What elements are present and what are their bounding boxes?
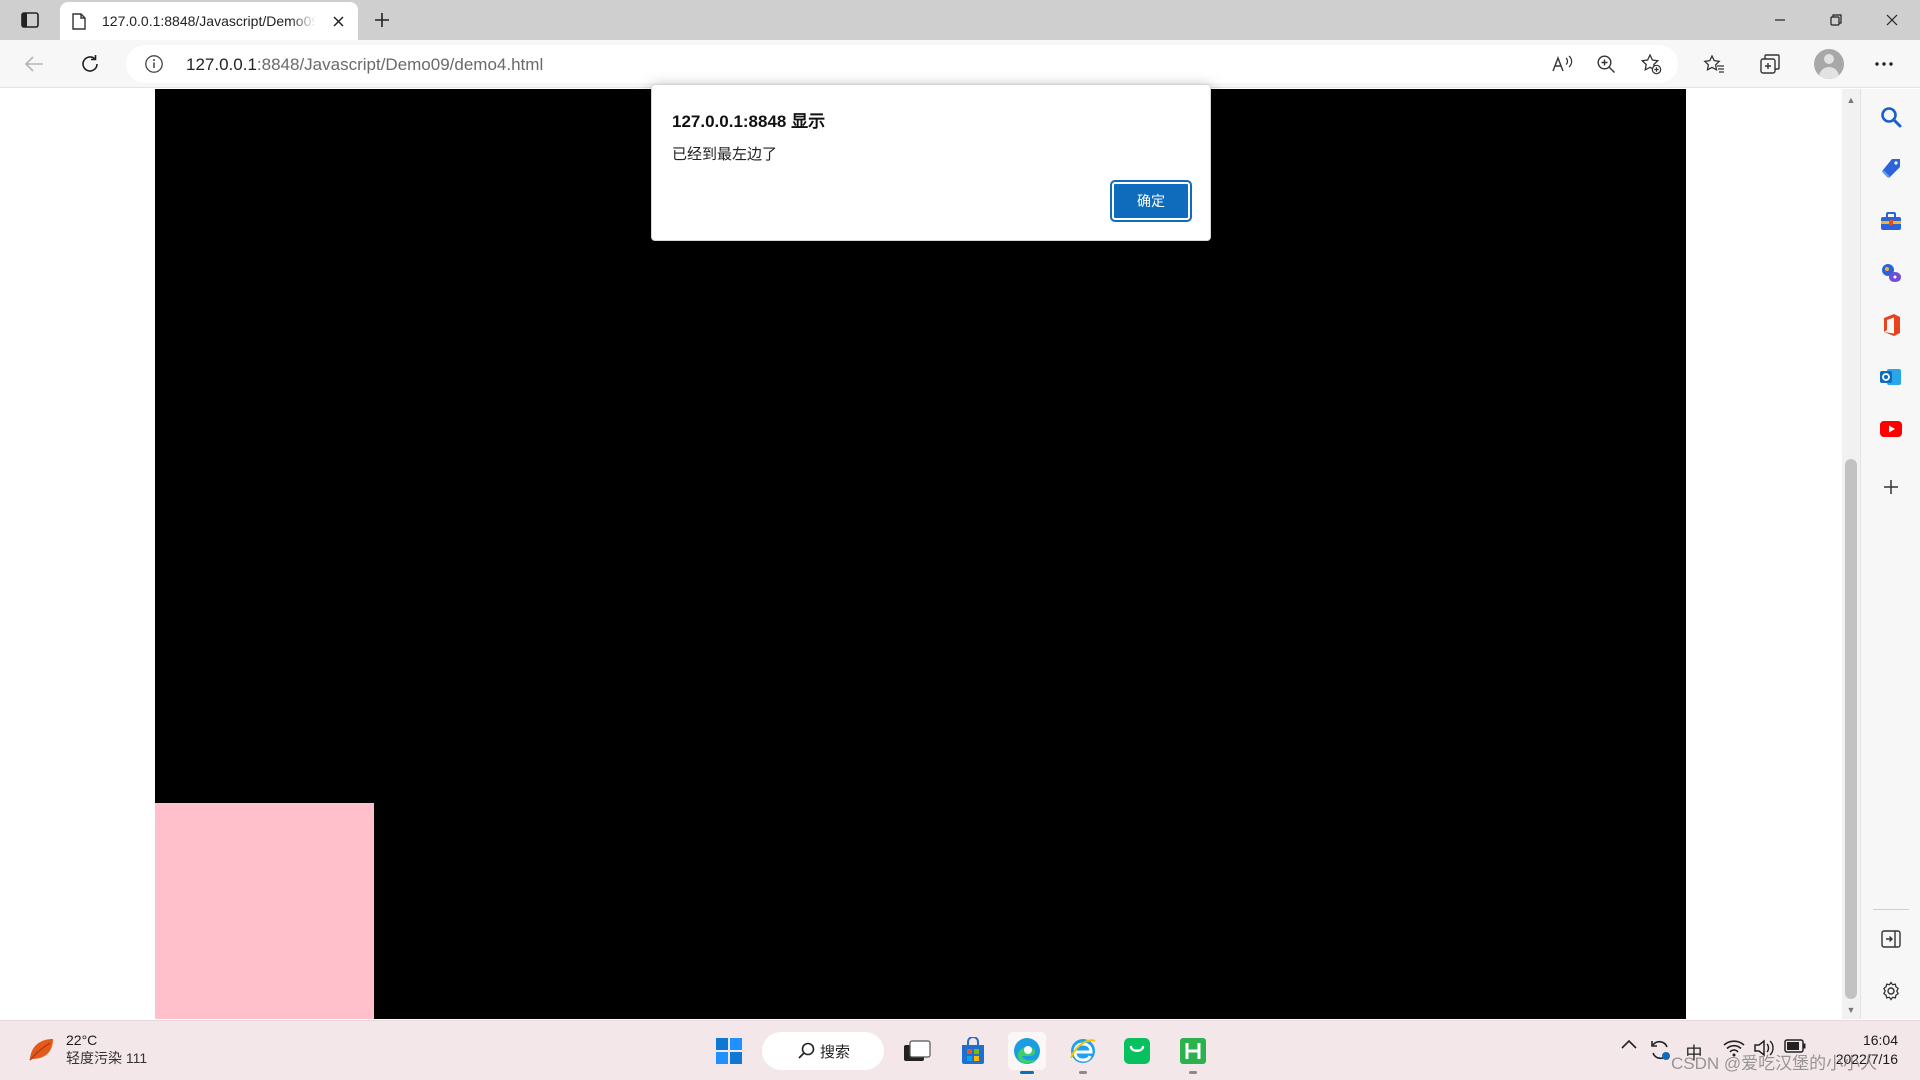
alert-dialog: 127.0.0.1:8848 显示 已经到最左边了 确定 [651, 84, 1211, 241]
running-indicator [1079, 1071, 1087, 1074]
taskbar-search[interactable]: 搜索 [762, 1032, 884, 1070]
site-info-icon[interactable] [144, 54, 164, 74]
url-text[interactable]: 127.0.0.1:8848/Javascript/Demo09/demo4.h… [186, 55, 543, 75]
outlook-icon [1880, 369, 1901, 385]
new-tab-button[interactable] [368, 6, 396, 34]
minimize-icon [1775, 19, 1785, 21]
edge-app-button[interactable] [1008, 1032, 1046, 1074]
favorites-button[interactable] [1698, 48, 1730, 80]
close-window-button[interactable] [1864, 0, 1920, 40]
csdn-watermark: CSDN @爱吃汉堡的小小人 [1671, 1054, 1878, 1073]
refresh-icon [82, 55, 98, 72]
taskbar-search-label: 搜索 [820, 1043, 851, 1061]
dialog-title: 127.0.0.1:8848 显示 [672, 112, 826, 131]
read-aloud-icon[interactable] [1550, 52, 1574, 76]
active-indicator [1020, 1071, 1034, 1074]
sidebar-office-button[interactable] [1875, 309, 1907, 341]
more-icon [1875, 62, 1893, 66]
sync-tray-button[interactable] [1648, 1039, 1672, 1061]
windows-taskbar: 22°C 轻度污染 111 搜索 中 16:04 2022/7/16 CSDN … [0, 1020, 1920, 1080]
tab-actions-button[interactable] [16, 8, 44, 32]
edge-sidebar [1860, 89, 1920, 1019]
close-icon [1886, 14, 1898, 26]
windows-logo-icon [716, 1038, 742, 1064]
close-icon [332, 15, 344, 27]
back-button[interactable] [18, 48, 50, 80]
edge-icon [1014, 1038, 1040, 1064]
settings-menu-button[interactable] [1868, 48, 1900, 80]
weather-condition: 轻度污染 111 [66, 1050, 148, 1066]
sidebar-tools-button[interactable] [1875, 205, 1907, 237]
hbuilder-app-button[interactable] [1174, 1032, 1212, 1074]
url-path: :8848/Javascript/Demo09/demo4.html [256, 55, 544, 74]
wechat-app-button[interactable] [1118, 1032, 1156, 1070]
start-button[interactable] [710, 1032, 748, 1070]
tab-actions-icon [21, 12, 39, 28]
office-icon [1884, 314, 1900, 336]
browser-tab[interactable]: 127.0.0.1:8848/Javascript/Demo09/demo4.h… [60, 2, 358, 40]
profile-avatar[interactable] [1814, 49, 1844, 79]
sidebar-add-button[interactable] [1875, 471, 1907, 503]
ie-app-button[interactable] [1064, 1032, 1102, 1074]
sync-icon [1651, 1040, 1670, 1060]
window-controls [1752, 0, 1920, 40]
settings-icon [1883, 981, 1899, 1001]
restore-button[interactable] [1808, 0, 1864, 40]
search-icon [1881, 107, 1902, 128]
scroll-thumb[interactable] [1845, 459, 1857, 999]
shopping-tag-icon [1882, 159, 1900, 178]
show-hidden-icons-button[interactable] [1618, 1039, 1640, 1049]
tab-close-button[interactable] [328, 11, 348, 31]
collections-icon [1760, 54, 1780, 74]
url-host: 127.0.0.1 [186, 55, 257, 74]
tab-strip: 127.0.0.1:8848/Javascript/Demo09/demo4.h… [0, 0, 1920, 40]
pink-square [155, 803, 374, 1019]
minimize-button[interactable] [1752, 0, 1808, 40]
store-icon [962, 1037, 984, 1064]
clock-time: 16:04 [1862, 1032, 1898, 1048]
scroll-up-icon[interactable]: ▲ [1842, 91, 1860, 109]
sidebar-games-button[interactable] [1875, 257, 1907, 289]
page-icon [70, 12, 88, 30]
sidebar-settings-button[interactable] [1875, 975, 1907, 1007]
chevron-up-icon [1621, 1039, 1637, 1049]
restore-icon [1830, 14, 1842, 26]
sidebar-shopping-button[interactable] [1875, 153, 1907, 185]
games-icon [1882, 264, 1901, 282]
sidebar-search-button[interactable] [1875, 101, 1907, 133]
task-view-icon [904, 1040, 931, 1061]
internet-explorer-icon [1070, 1039, 1096, 1063]
address-bar[interactable]: 127.0.0.1:8848/Javascript/Demo09/demo4.h… [126, 45, 1678, 83]
ok-button[interactable]: 确定 [1110, 180, 1192, 222]
sidebar-divider [1873, 909, 1909, 910]
sidebar-toggle-icon [1881, 930, 1901, 948]
tab-title: 127.0.0.1:8848/Javascript/Demo09/demo4.h… [102, 13, 316, 29]
weather-temperature: 22°C [66, 1032, 98, 1048]
refresh-button[interactable] [74, 48, 106, 80]
chat-app-icon [1124, 1038, 1150, 1064]
search-icon [798, 1042, 815, 1059]
weather-widget[interactable]: 22°C 轻度污染 111 [26, 1031, 147, 1067]
add-favorite-icon[interactable] [1639, 52, 1663, 76]
collections-button[interactable] [1754, 48, 1786, 80]
weather-leaf-icon [29, 1039, 53, 1061]
tools-icon [1881, 212, 1901, 230]
running-indicator [1189, 1071, 1197, 1074]
sidebar-youtube-button[interactable] [1875, 413, 1907, 445]
zoom-icon[interactable] [1594, 52, 1618, 76]
vertical-scrollbar[interactable]: ▲ ▼ [1842, 89, 1860, 1019]
dialog-message: 已经到最左边了 [672, 146, 778, 163]
plus-icon [375, 13, 389, 27]
add-icon [1884, 480, 1898, 494]
scroll-down-icon[interactable]: ▼ [1842, 1001, 1860, 1019]
sidebar-outlook-button[interactable] [1875, 361, 1907, 393]
back-arrow-icon [24, 56, 43, 72]
store-app-button[interactable] [954, 1032, 992, 1070]
sidebar-hide-button[interactable] [1875, 923, 1907, 955]
hbuilder-icon [1180, 1038, 1206, 1064]
browser-toolbar: 127.0.0.1:8848/Javascript/Demo09/demo4.h… [0, 40, 1920, 88]
task-view-button[interactable] [898, 1032, 936, 1070]
youtube-icon [1880, 421, 1902, 437]
favorites-icon [1703, 54, 1724, 73]
